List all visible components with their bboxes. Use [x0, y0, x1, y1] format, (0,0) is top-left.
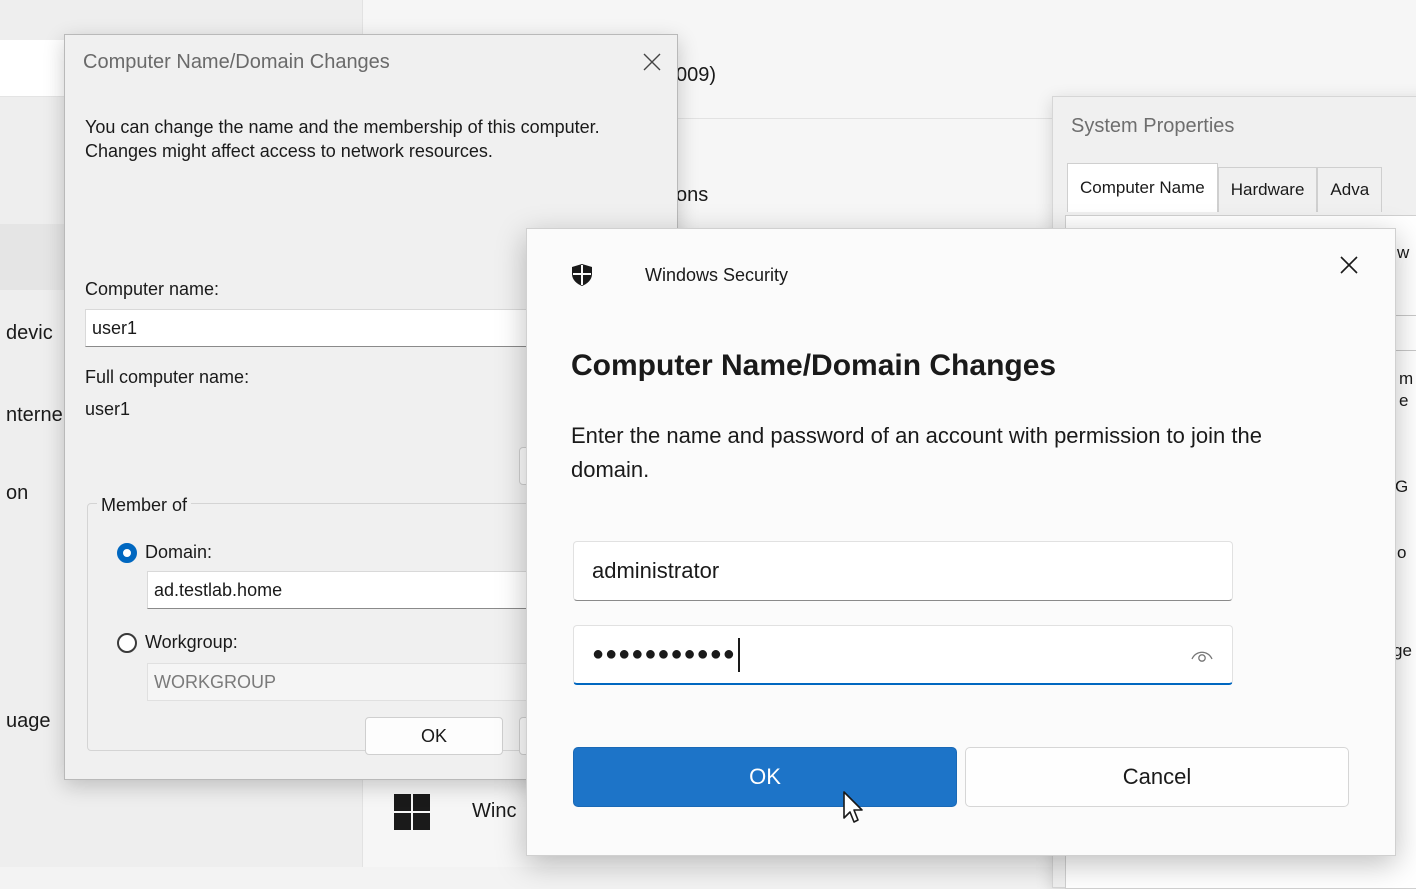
windows-security-header: Windows Security: [571, 263, 788, 287]
system-properties-text-fragment: o: [1397, 543, 1407, 562]
windows-security-dialog: Windows Security Computer Name/Domain Ch…: [526, 228, 1396, 856]
mouse-pointer-icon: [842, 790, 868, 831]
username-value: administrator: [592, 558, 720, 583]
domain-radio[interactable]: [117, 543, 137, 563]
system-properties-text-fragment: e: [1399, 391, 1409, 410]
settings-version-fragment: 009): [676, 64, 717, 86]
close-icon[interactable]: [1329, 245, 1369, 285]
tab-computer-name[interactable]: Computer Name: [1067, 163, 1218, 212]
system-properties-text-fragment: w: [1397, 243, 1410, 262]
ok-button[interactable]: OK: [573, 747, 957, 807]
domain-label: Domain:: [145, 542, 213, 562]
ok-button[interactable]: OK: [365, 717, 503, 755]
settings-options-fragment: ons: [676, 184, 709, 206]
workgroup-radio[interactable]: [117, 633, 137, 653]
dialog-title: Computer Name/Domain Changes: [83, 51, 390, 73]
tab-advanced[interactable]: Adva: [1317, 167, 1383, 212]
system-properties-text-fragment: G: [1395, 477, 1409, 496]
sidebar-item-personalization[interactable]: on: [6, 482, 28, 505]
close-icon[interactable]: [637, 47, 667, 77]
dialog-description: You can change the name and the membersh…: [85, 117, 600, 161]
password-mask: ●●●●●●●●●●●: [592, 643, 736, 665]
cancel-button[interactable]: Cancel: [965, 747, 1349, 807]
full-computer-name-label: Full computer name:: [85, 367, 250, 387]
system-properties-text-fragment: m: [1399, 369, 1414, 388]
username-input[interactable]: administrator: [573, 541, 1233, 601]
system-properties-field-fragment: [1393, 315, 1416, 351]
sidebar-item-language[interactable]: uage: [6, 710, 51, 733]
password-input[interactable]: ●●●●●●●●●●●: [573, 625, 1233, 685]
sidebar-item-network[interactable]: nterne: [6, 404, 63, 427]
windows-security-description: Enter the name and password of an accoun…: [571, 423, 1262, 482]
full-computer-name-value: user1: [85, 399, 131, 419]
system-properties-title: System Properties: [1071, 115, 1235, 137]
member-of-label: Member of: [97, 495, 192, 516]
text-caret: [737, 637, 740, 672]
tab-hardware[interactable]: Hardware: [1217, 167, 1318, 212]
shield-icon: [571, 263, 593, 287]
eye-icon[interactable]: [1190, 647, 1214, 663]
windows-security-app-name: Windows Security: [645, 264, 789, 285]
workgroup-label: Workgroup:: [145, 632, 238, 652]
windows-security-heading: Computer Name/Domain Changes: [571, 349, 1057, 382]
windows-logo-icon: [394, 794, 430, 830]
settings-windows-fragment: Winc: [472, 800, 517, 822]
system-properties-tabs: Computer Name Hardware Adva: [1067, 163, 1383, 212]
computer-name-label: Computer name:: [85, 279, 220, 299]
sidebar-item-devices[interactable]: devic: [6, 322, 53, 345]
dialog-titlebar: Computer Name/Domain Changes: [65, 35, 677, 91]
